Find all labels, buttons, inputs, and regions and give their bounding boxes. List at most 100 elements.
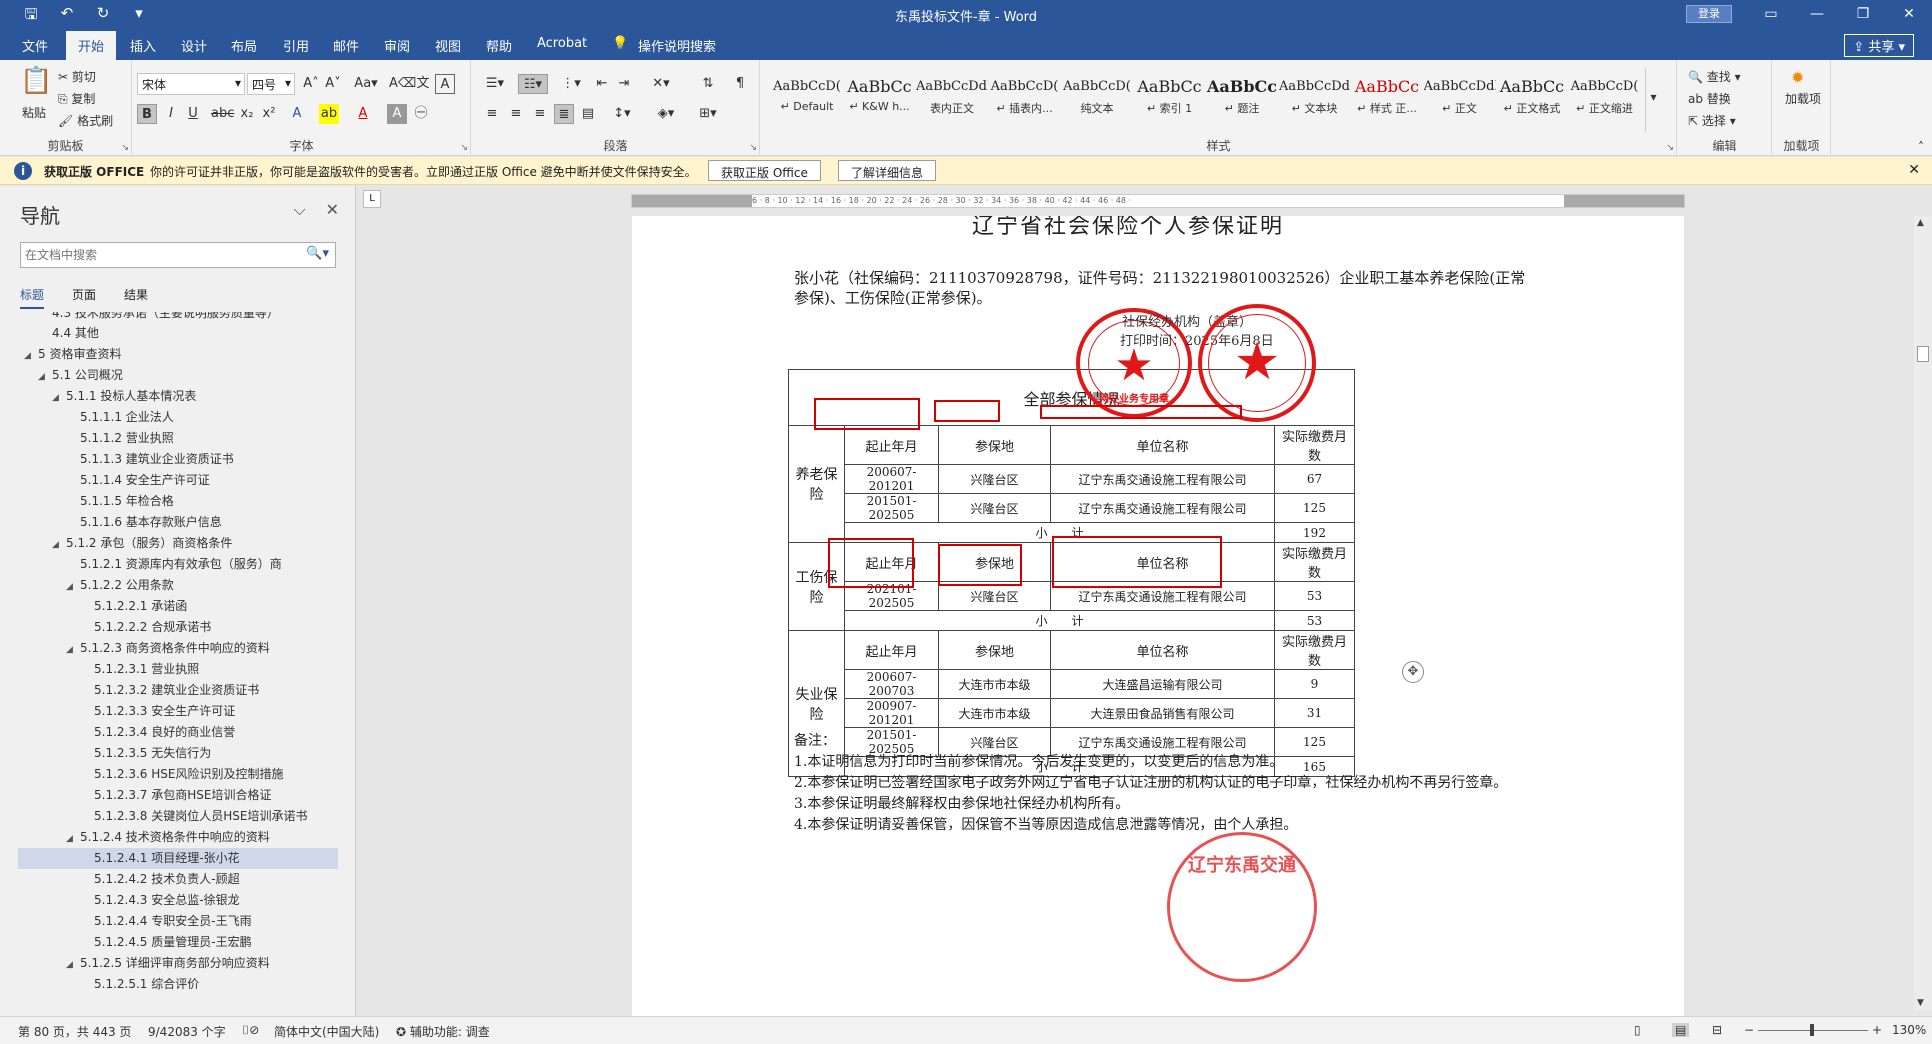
learn-more-button[interactable]: 了解详细信息 <box>838 160 937 181</box>
style-gallery-item[interactable]: AaBbCc ↵ K&W h... <box>844 74 916 126</box>
strikethrough-icon[interactable]: abc <box>211 104 234 124</box>
font-dialog-launcher[interactable]: ↘ <box>460 143 468 153</box>
nav-heading-item[interactable]: 5.1.1.5 年检合格 <box>18 491 338 512</box>
addins-icon[interactable]: ✹ <box>1791 68 1804 87</box>
increase-indent-icon[interactable]: ⇥ <box>614 74 634 94</box>
collapse-triangle-icon[interactable]: ◢ <box>66 640 80 661</box>
paste-button[interactable]: 粘贴 <box>22 104 46 121</box>
zoom-slider[interactable] <box>1758 1024 1868 1036</box>
collapse-triangle-icon[interactable]: ◢ <box>66 955 80 976</box>
align-right-icon[interactable]: ≡ <box>530 104 550 124</box>
grow-font-icon[interactable]: A˄ <box>301 74 321 94</box>
nav-heading-item[interactable]: 5.1.2.3.8 关键岗位人员HSE培训承诺书 <box>18 806 338 827</box>
cut-button[interactable]: ✂ 剪切 <box>58 68 96 85</box>
nav-heading-item[interactable]: 5.1.2.4.4 专职安全员-王飞雨 <box>18 911 338 932</box>
nav-heading-item[interactable]: ◢ 5.1.1 投标人基本情况表 <box>18 386 338 407</box>
style-gallery-item[interactable]: AaBbCcD(↵ 正文缩进 <box>1569 74 1641 126</box>
vertical-scrollbar[interactable]: ▲ ▼ <box>1914 216 1932 1010</box>
maximize-icon[interactable]: ❐ <box>1840 0 1886 28</box>
bullets-icon[interactable]: ☰▾ <box>482 74 508 94</box>
tab-help[interactable]: 帮助 <box>486 36 512 55</box>
align-center-icon[interactable]: ≡ <box>506 104 526 124</box>
horizontal-ruler[interactable]: 6 · 8 · 10 · 12 · 14 · 16 · 18 · 20 · 22… <box>631 194 1685 208</box>
tab-review[interactable]: 审阅 <box>384 36 410 55</box>
tab-view[interactable]: 视图 <box>435 36 461 55</box>
close-icon[interactable]: ✕ <box>1908 162 1920 178</box>
close-icon[interactable]: ✕ <box>1886 0 1932 28</box>
nav-heading-item[interactable]: 5.1.1.4 安全生产许可证 <box>18 470 338 491</box>
tab-mailings[interactable]: 邮件 <box>333 36 359 55</box>
scroll-down-icon[interactable]: ▼ <box>1917 998 1924 1008</box>
nav-heading-item[interactable]: 4.3 技术服务承诺（主要说明服务质量等） <box>18 312 338 323</box>
scrollbar-thumb[interactable] <box>1917 346 1929 362</box>
nav-heading-item[interactable]: 5.1.2.4.5 质量管理员-王宏鹏 <box>18 932 338 953</box>
style-gallery-item[interactable]: AaBbCc ↵ 正文格式 <box>1496 74 1568 126</box>
tab-selector[interactable]: L <box>363 190 381 208</box>
font-name-select[interactable]: 宋体 ▾ <box>137 73 245 95</box>
style-gallery-item[interactable]: AaBbCcD(↵ 插表内... <box>989 74 1061 126</box>
collapse-triangle-icon[interactable]: ◢ <box>38 367 52 388</box>
nav-heading-item[interactable]: ◢ 5 资格审查资料 <box>18 344 338 365</box>
login-button[interactable]: 登录 <box>1686 5 1732 23</box>
zoom-in-icon[interactable]: + <box>1872 1023 1882 1037</box>
shading-icon[interactable]: ◈▾ <box>652 104 680 124</box>
table-move-handle-icon[interactable]: ✥ <box>1402 661 1424 683</box>
collapse-triangle-icon[interactable]: ◢ <box>52 388 66 409</box>
style-gallery-item[interactable]: AaBbCcDd ↵ 文本块 <box>1279 74 1351 126</box>
nav-heading-item[interactable]: 5.1.2.3.5 无失信行为 <box>18 743 338 764</box>
collapse-ribbon-icon[interactable]: ˄ <box>1918 140 1924 154</box>
nav-heading-item[interactable]: 5.1.2.4.2 技术负责人-顾超 <box>18 869 338 890</box>
nav-scrollbar[interactable] <box>346 196 354 996</box>
nav-heading-item[interactable]: 5.1.2.2.2 合规承诺书 <box>18 617 338 638</box>
collapse-triangle-icon[interactable]: ◢ <box>66 829 80 850</box>
tab-references[interactable]: 引用 <box>283 36 309 55</box>
print-layout-icon[interactable]: ▤ <box>1672 1023 1690 1037</box>
enclose-characters-icon[interactable]: ㊀ <box>411 104 431 124</box>
collapse-triangle-icon[interactable]: ◢ <box>24 346 38 367</box>
nav-heading-item[interactable]: 5.1.2.3.4 良好的商业信誉 <box>18 722 338 743</box>
line-spacing-icon[interactable]: ↕▾ <box>608 104 636 124</box>
style-gallery-item[interactable]: AaBbCcD(↵ Default <box>771 74 843 126</box>
borders-icon[interactable]: ⊞▾ <box>694 104 722 124</box>
nav-heading-item[interactable]: ◢ 5.1 公司概况 <box>18 365 338 386</box>
italic-icon[interactable]: I <box>161 104 181 124</box>
zoom-out-icon[interactable]: − <box>1744 1023 1754 1037</box>
tab-design[interactable]: 设计 <box>181 36 207 55</box>
style-gallery-item[interactable]: AaBbCcDdI 表内正文 <box>916 74 988 126</box>
tab-layout[interactable]: 布局 <box>231 36 257 55</box>
styles-dialog-launcher[interactable]: ↘ <box>1666 143 1674 153</box>
nav-heading-item[interactable]: 5.1.2.5.1 综合评价 <box>18 974 338 995</box>
justify-icon[interactable]: ≣ <box>554 104 574 124</box>
copy-button[interactable]: ⎘ 复制 <box>58 90 95 107</box>
nav-heading-item[interactable]: 5.1.2.4.1 项目经理-张小花 <box>18 848 338 869</box>
character-shading-icon[interactable]: A <box>387 104 407 124</box>
ribbon-display-options-icon[interactable]: ▭ <box>1748 0 1794 28</box>
read-mode-icon[interactable]: ▯ <box>1634 1023 1641 1037</box>
change-case-icon[interactable]: Aa▾ <box>351 74 381 94</box>
nav-heading-item[interactable]: 5.1.1.1 企业法人 <box>18 407 338 428</box>
numbering-icon[interactable]: ☷▾ <box>518 74 548 94</box>
bold-icon[interactable]: B <box>137 104 157 124</box>
sort-icon[interactable]: ⇅ <box>698 74 718 94</box>
nav-heading-item[interactable]: 5.1.2.3.1 营业执照 <box>18 659 338 680</box>
nav-tab-pages[interactable]: 页面 <box>72 286 96 309</box>
close-icon[interactable]: ✕ <box>326 200 339 220</box>
nav-tab-results[interactable]: 结果 <box>124 286 148 309</box>
style-gallery-item[interactable]: AaBbCcDdI ↵ 正文 <box>1424 74 1496 126</box>
style-gallery-item[interactable]: AaBbCcD(纯文本 <box>1061 74 1133 126</box>
share-button[interactable]: ⇪ 共享 ▾ <box>1844 34 1914 57</box>
multilevel-list-icon[interactable]: ⋮▾ <box>558 74 584 94</box>
nav-heading-item[interactable]: 5.1.1.2 营业执照 <box>18 428 338 449</box>
highlight-icon[interactable]: ab <box>319 104 339 124</box>
style-gallery-item[interactable]: AaBbCc ↵ 样式 正... <box>1351 74 1423 126</box>
distributed-icon[interactable]: ▤ <box>578 104 598 124</box>
web-layout-icon[interactable]: ⊟ <box>1712 1023 1722 1037</box>
replace-button[interactable]: ab 替换 <box>1688 90 1731 107</box>
nav-search-input[interactable] <box>25 244 295 266</box>
superscript-icon[interactable]: x² <box>259 104 279 124</box>
nav-heading-item[interactable]: ◢ 5.1.2 承包（服务）商资格条件 <box>18 533 338 554</box>
text-effects-icon[interactable]: A <box>287 104 307 124</box>
font-color-icon[interactable]: A <box>353 104 373 124</box>
underline-icon[interactable]: U <box>183 104 203 124</box>
paragraph-dialog-launcher[interactable]: ↘ <box>749 143 757 153</box>
